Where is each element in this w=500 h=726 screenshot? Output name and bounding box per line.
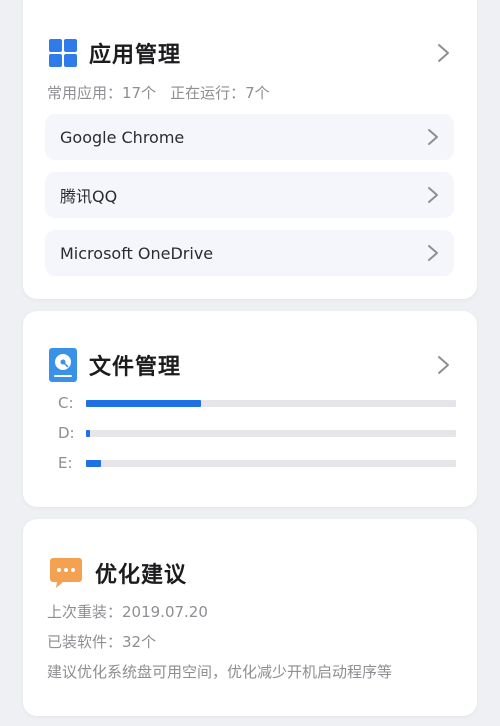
app-item-qq[interactable]: 腾讯QQ bbox=[45, 172, 454, 218]
file-management-header[interactable]: 文件管理 bbox=[49, 347, 457, 383]
file-management-card: 文件管理 C: D: E: bbox=[23, 311, 477, 507]
chevron-right-icon bbox=[428, 187, 438, 203]
hard-drive-icon bbox=[49, 348, 77, 382]
drive-usage-track bbox=[86, 459, 456, 467]
drive-usage-track bbox=[86, 399, 456, 407]
optimization-suggestion: 建议优化系统盘可用空间，优化减少开机启动程序等 bbox=[47, 663, 393, 681]
app-item-label: 腾讯QQ bbox=[60, 187, 118, 206]
drive-label: D: bbox=[58, 424, 75, 442]
file-management-title: 文件管理 bbox=[89, 355, 182, 380]
installed-software-count: 已装软件：32个 bbox=[47, 633, 157, 651]
chevron-right-icon[interactable] bbox=[433, 43, 453, 63]
running-apps-count: 正在运行：7个 bbox=[170, 84, 270, 102]
drive-c[interactable]: C: bbox=[58, 394, 456, 412]
drive-usage-fill bbox=[86, 459, 101, 467]
drive-usage-track bbox=[86, 429, 456, 437]
chevron-right-icon bbox=[428, 245, 438, 261]
drive-label: E: bbox=[58, 454, 73, 472]
optimization-title: 优化建议 bbox=[95, 563, 188, 588]
chevron-right-icon[interactable] bbox=[433, 355, 453, 375]
common-apps-count: 常用应用：17个 bbox=[47, 84, 157, 102]
grid-icon bbox=[49, 39, 77, 67]
app-item-label: Microsoft OneDrive bbox=[60, 243, 214, 263]
app-item-chrome[interactable]: Google Chrome bbox=[45, 114, 454, 160]
app-stats: 常用应用：17个 正在运行：7个 bbox=[47, 82, 284, 103]
chat-bubble-icon bbox=[50, 558, 82, 588]
app-item-label: Google Chrome bbox=[60, 127, 185, 147]
drive-d[interactable]: D: bbox=[58, 424, 456, 442]
app-management-title: 应用管理 bbox=[89, 43, 182, 68]
drive-label: C: bbox=[58, 394, 74, 412]
optimization-header: 优化建议 bbox=[49, 555, 457, 591]
drive-e[interactable]: E: bbox=[58, 454, 456, 472]
app-item-onedrive[interactable]: Microsoft OneDrive bbox=[45, 230, 454, 276]
drive-usage-fill bbox=[86, 429, 91, 437]
optimization-card: 优化建议 上次重装：2019.07.20 已装软件：32个 建议优化系统盘可用空… bbox=[23, 519, 477, 716]
chevron-right-icon bbox=[428, 129, 438, 145]
app-management-card: 应用管理 常用应用：17个 正在运行：7个 Google Chrome 腾讯QQ … bbox=[23, 0, 477, 299]
app-management-header[interactable]: 应用管理 bbox=[49, 35, 457, 71]
last-reinstall-date: 上次重装：2019.07.20 bbox=[47, 603, 208, 621]
drive-usage-fill bbox=[86, 399, 201, 407]
